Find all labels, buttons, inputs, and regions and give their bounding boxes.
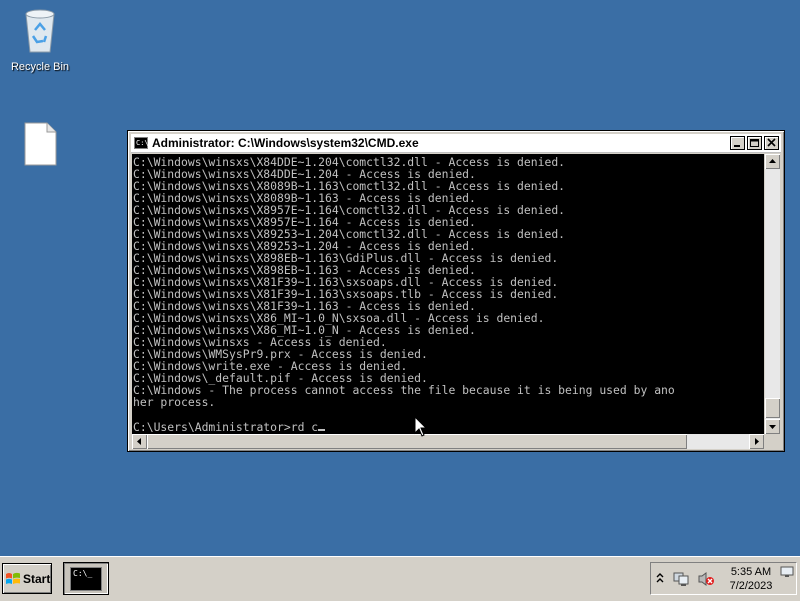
start-label: Start [23,571,51,586]
size-grip[interactable] [765,434,780,449]
desktop-file[interactable] [0,122,80,169]
windows-logo-icon [6,572,20,584]
recycle-bin-label: Recycle Bin [10,61,70,73]
start-button[interactable]: Start [2,563,52,594]
cmd-window[interactable]: C:\. Administrator: C:\Windows\system32\… [127,130,785,452]
minimize-button[interactable] [730,136,745,150]
console-history: C:\Windows\winsxs\X84DDE~1.204\comctl32.… [133,155,675,409]
arrow-down-icon [769,425,776,429]
scroll-right-button[interactable] [749,434,764,449]
recycle-bin-icon [25,9,55,53]
maximize-icon [750,139,759,147]
cmd-app-icon[interactable]: C:\. [134,137,153,149]
chevron-up-icon [656,573,664,583]
arrow-left-icon [137,438,141,445]
close-icon [767,138,776,147]
system-tray: 5:35 AM 7/2/2023 [650,562,797,595]
taskbar-cmd-button[interactable]: C:\_ [63,562,109,595]
maximize-button[interactable] [747,136,762,150]
horizontal-scrollbar[interactable] [132,434,764,449]
show-hidden-icons-chevron-icon[interactable] [656,572,664,587]
show-desktop-icon[interactable] [780,566,794,578]
vertical-scroll-thumb[interactable] [765,398,780,418]
text-cursor [318,420,326,431]
scroll-down-button[interactable] [765,419,780,434]
mouse-pointer-icon [414,416,428,437]
vertical-scrollbar[interactable] [765,154,780,434]
clock-date: 7/2/2023 [729,580,773,592]
recycle-bin[interactable]: Recycle Bin [0,6,80,73]
clock-time: 5:35 AM [730,566,772,578]
close-button[interactable] [764,136,779,150]
console-prompt: C:\Users\Administrator>rd c [133,420,319,434]
console-text: C:\Windows\winsxs\X84DDE~1.204\comctl32.… [132,154,764,434]
scroll-left-button[interactable] [132,434,147,449]
minimize-icon [734,145,740,147]
console-output-area[interactable]: C:\Windows\winsxs\X84DDE~1.204\comctl32.… [132,154,764,434]
arrow-right-icon [755,438,759,445]
network-icon[interactable] [673,571,689,587]
taskbar: Start C:\_ 5:35 AM 7/2/2023 [0,556,800,601]
clock[interactable]: 5:35 AM 7/2/2023 [723,565,779,593]
blank-file-icon [24,122,57,166]
cmd-taskbar-icon: C:\_ [70,566,102,591]
volume-muted-icon[interactable] [697,571,715,587]
arrow-up-icon [769,159,776,163]
cmd-titlebar[interactable]: C:\. Administrator: C:\Windows\system32\… [131,134,781,153]
window-title: Administrator: C:\Windows\system32\CMD.e… [152,136,419,150]
scroll-up-button[interactable] [765,154,780,169]
